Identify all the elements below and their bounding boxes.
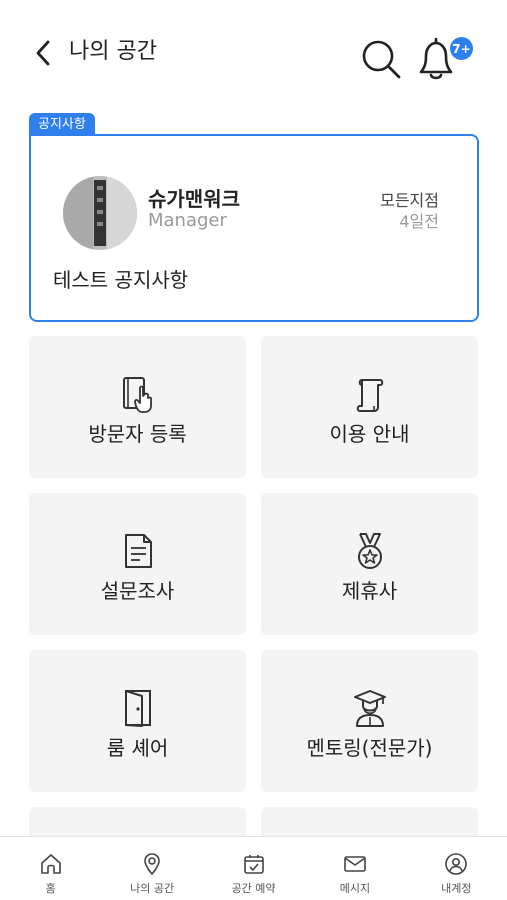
- menu-tile-partial[interactable]: [29, 807, 246, 836]
- menu-tile-partners[interactable]: 제휴사: [261, 493, 478, 635]
- nav-label: 내계정: [441, 882, 472, 895]
- menu-tile-room-share[interactable]: 룸 셰어: [29, 650, 246, 792]
- nav-label: 메시지: [339, 882, 371, 895]
- search-button[interactable]: [360, 38, 402, 80]
- avatar: [63, 176, 137, 250]
- menu-tile-visitor-register[interactable]: 방문자 등록: [29, 336, 246, 478]
- scroll-icon: [356, 379, 383, 412]
- notice-card[interactable]: 슈가맨워크 Manager 모든지점 4일전 테스트 공지사항: [29, 134, 479, 322]
- menu-tile-label: 멘토링(전문가): [306, 736, 433, 760]
- door-icon: [124, 690, 151, 727]
- nav-item-my-space[interactable]: 나의 공간: [101, 837, 202, 900]
- user-icon: [445, 853, 468, 875]
- notice-text: 테스트 공지사항: [53, 268, 189, 292]
- nav-item-account[interactable]: 내계정: [406, 837, 507, 900]
- notification-badge: 7+: [450, 37, 473, 60]
- menu-tile-survey[interactable]: 설문조사: [29, 493, 246, 635]
- chevron-left-icon: [36, 40, 50, 66]
- visitor-register-icon: [122, 377, 152, 413]
- medal-icon: [357, 533, 382, 569]
- author-name: 슈가맨워크: [148, 187, 240, 211]
- nav-item-reservation[interactable]: 공간 예약: [203, 837, 304, 900]
- nav-item-home[interactable]: 홈: [0, 837, 101, 900]
- back-button[interactable]: [28, 36, 58, 70]
- menu-tile-partial[interactable]: [261, 807, 478, 836]
- app-header: 나의 공간 7+: [0, 0, 507, 105]
- mail-icon: [344, 856, 366, 872]
- menu-tile-usage-guide[interactable]: 이용 안내: [261, 336, 478, 478]
- nav-label: 홈: [45, 882, 56, 895]
- menu-tile-label: 설문조사: [100, 579, 175, 603]
- time-ago: 4일전: [399, 212, 439, 231]
- graduate-icon: [353, 690, 386, 727]
- notice-tag: 공지사항: [29, 113, 95, 136]
- menu-tile-label: 이용 안내: [329, 422, 410, 446]
- menu-tile-label: 제휴사: [341, 579, 398, 603]
- bottom-nav: 홈 나의 공간 공간 예약 메시지 내계정: [0, 836, 507, 900]
- menu-tile-label: 방문자 등록: [88, 422, 187, 446]
- home-icon: [40, 854, 61, 874]
- search-icon: [362, 40, 401, 79]
- location-pin-icon: [144, 853, 160, 875]
- author-role: Manager: [148, 210, 227, 231]
- calendar-check-icon: [243, 855, 264, 874]
- nav-label: 나의 공간: [130, 882, 175, 895]
- nav-label: 공간 예약: [231, 882, 276, 895]
- menu-tile-mentoring[interactable]: 멘토링(전문가): [261, 650, 478, 792]
- survey-icon: [124, 534, 152, 568]
- nav-item-messages[interactable]: 메시지: [304, 837, 405, 900]
- page-title: 나의 공간: [69, 39, 157, 64]
- menu-tile-label: 룸 셰어: [106, 736, 169, 760]
